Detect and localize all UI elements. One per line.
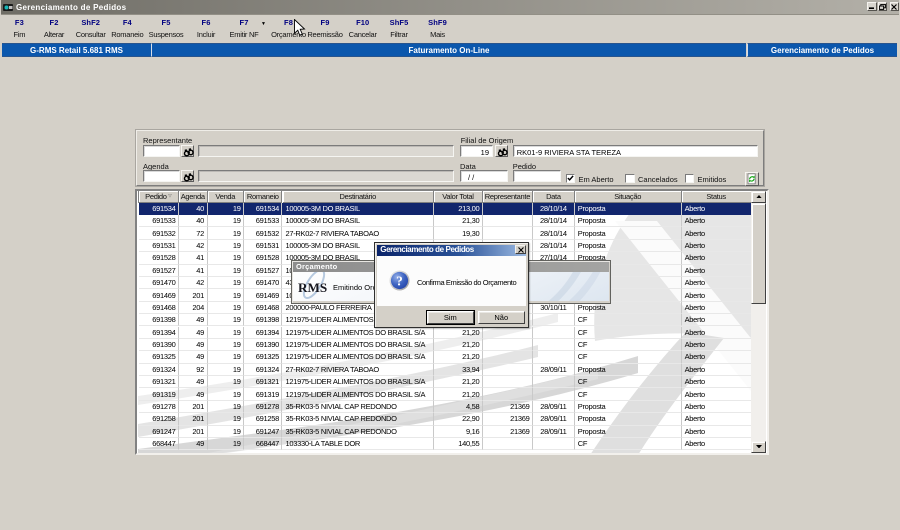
svg-text:?: ? bbox=[396, 274, 403, 289]
